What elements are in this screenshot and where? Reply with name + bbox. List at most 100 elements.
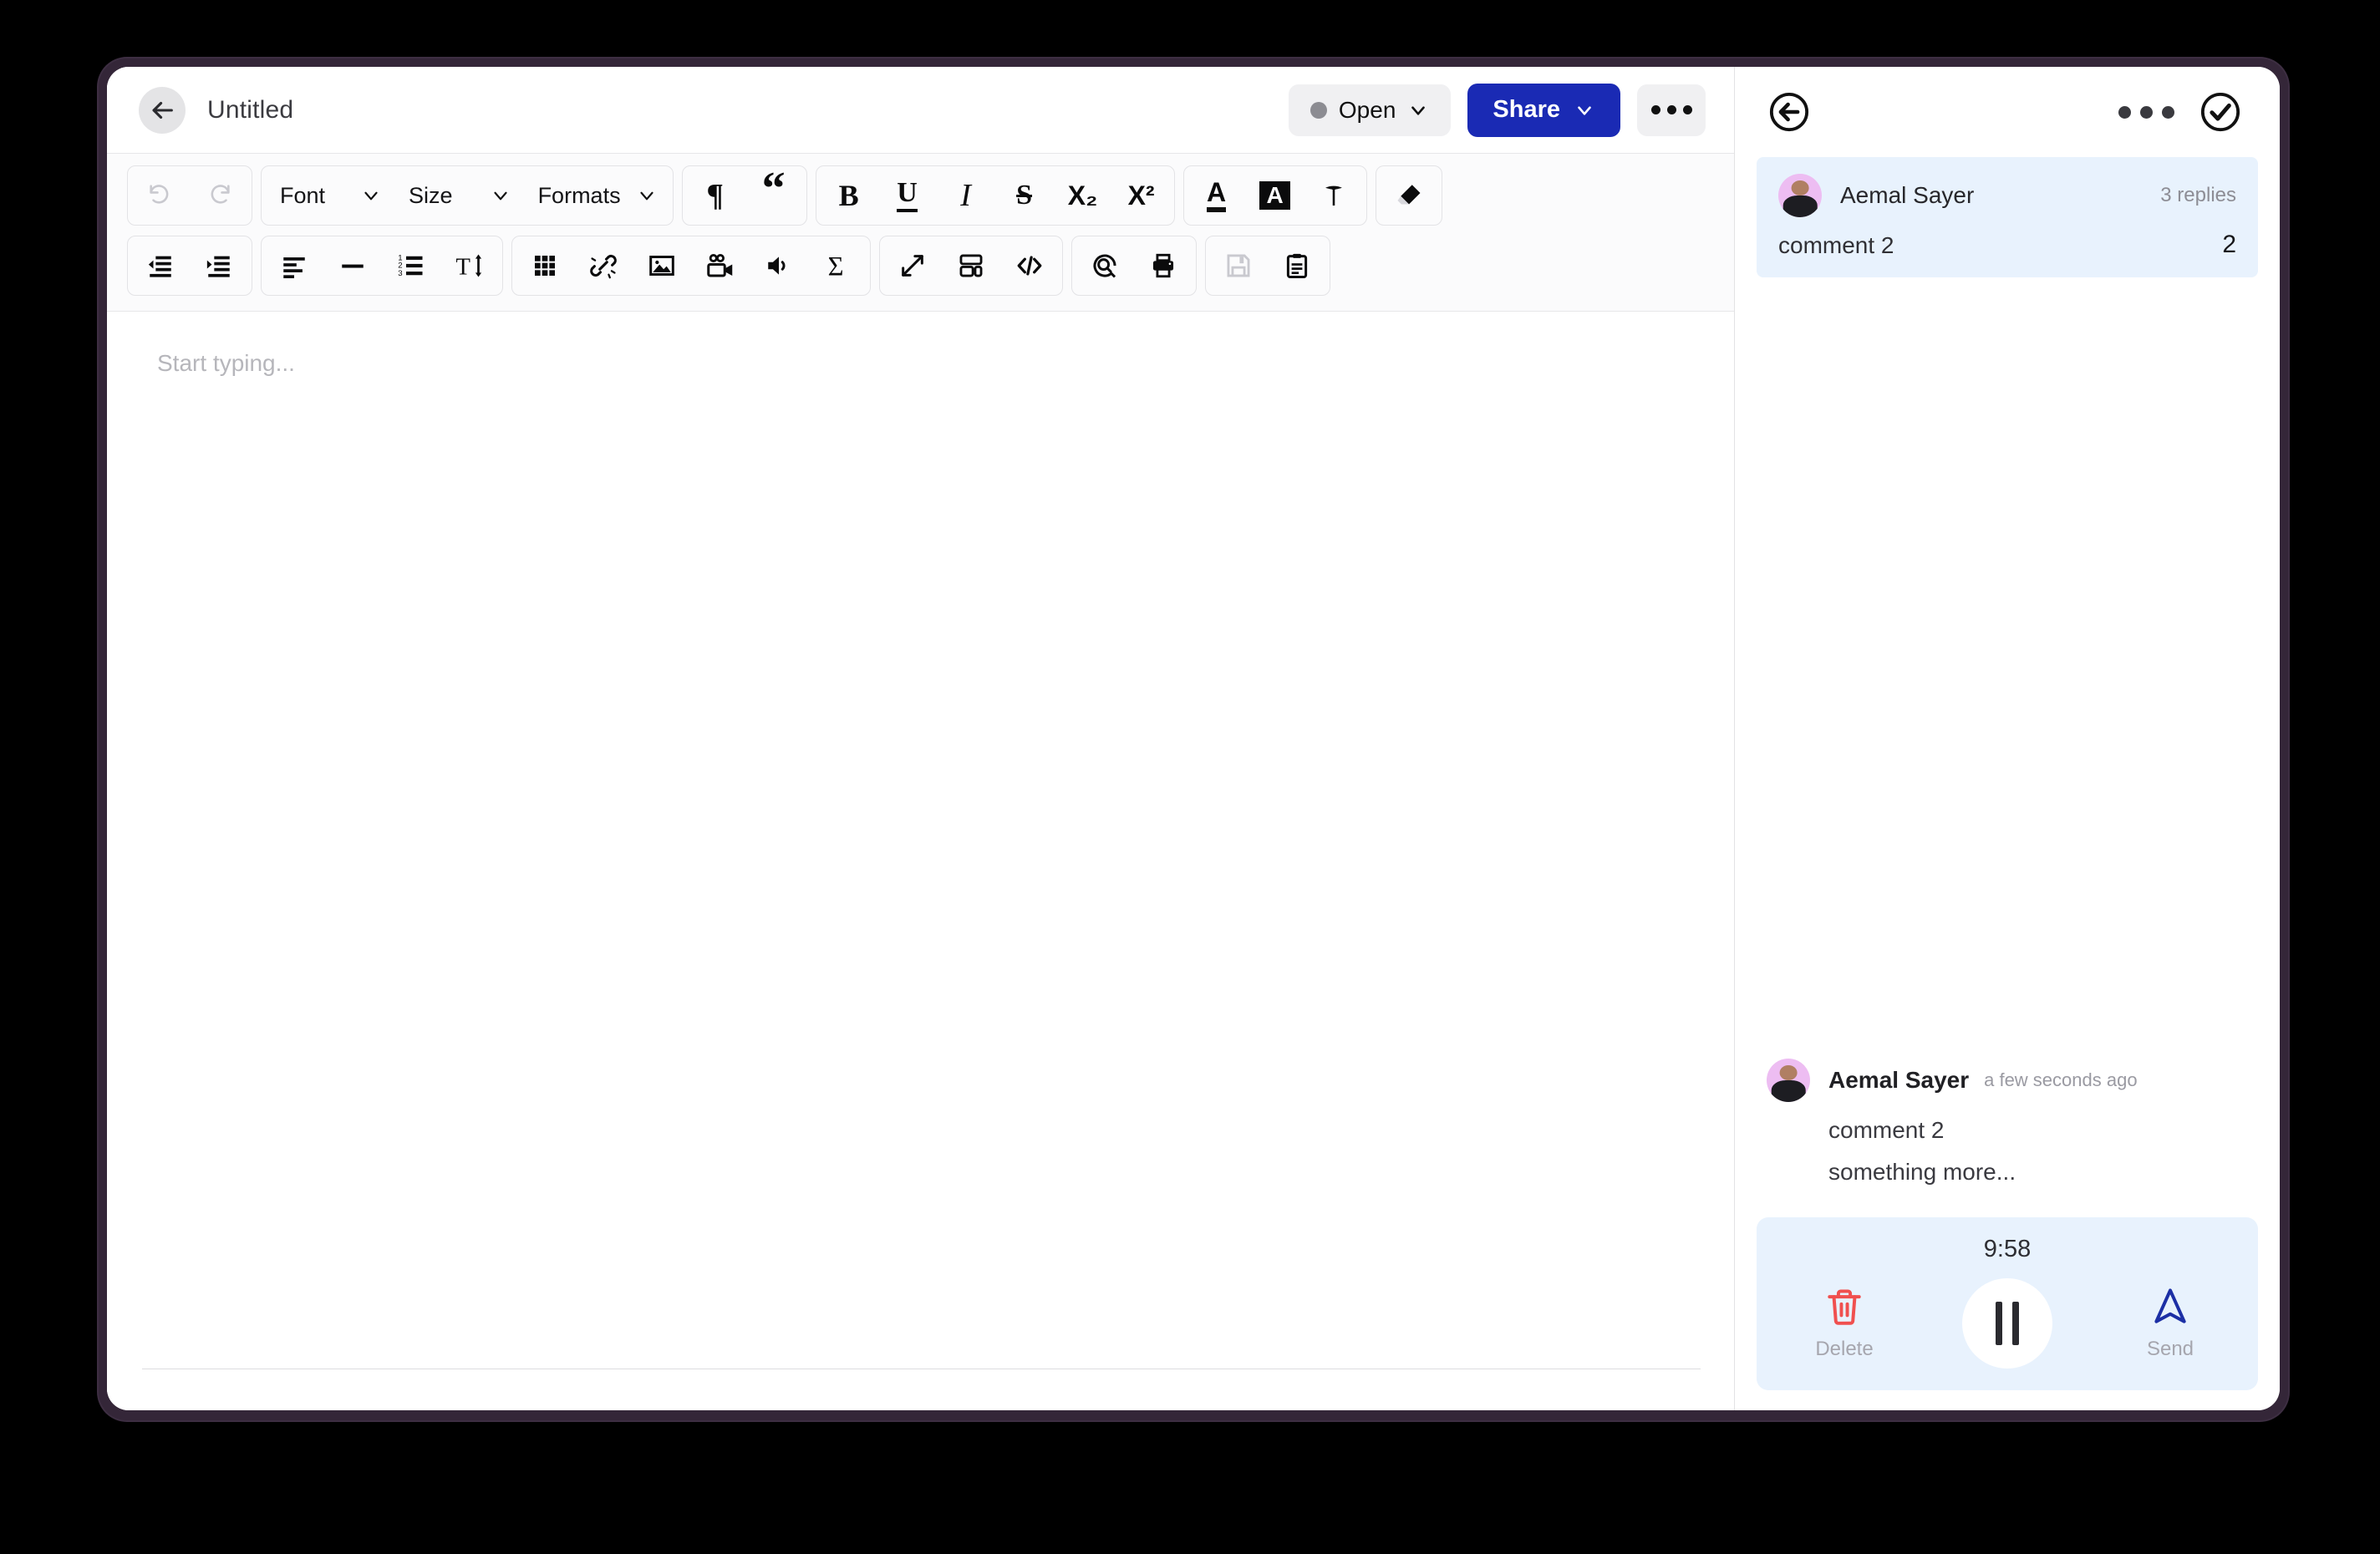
- line-height-icon: T: [456, 254, 482, 281]
- status-dropdown[interactable]: Open: [1288, 84, 1452, 136]
- svg-text:3: 3: [398, 269, 402, 278]
- paragraph-button[interactable]: ¶: [686, 170, 745, 221]
- superscript-icon: X²: [1127, 180, 1155, 211]
- comment-thread-card[interactable]: Aemal Sayer 3 replies comment 2 2: [1757, 157, 2258, 277]
- numbered-list-button[interactable]: 1 2 3: [382, 240, 440, 292]
- underline-button[interactable]: U: [878, 170, 937, 221]
- clear-format-group: [1375, 165, 1442, 226]
- undo-button[interactable]: [131, 170, 190, 221]
- recording-send-button[interactable]: Send: [2108, 1286, 2233, 1361]
- block-group: ¶ “: [681, 165, 807, 226]
- sigma-icon: Σ: [828, 251, 844, 280]
- reply-line-1: comment 2: [1828, 1117, 1945, 1143]
- comment-replies-count: 3 replies: [2160, 184, 2236, 206]
- size-select[interactable]: Size: [394, 170, 523, 221]
- paragraph-format-group: 1 2 3 T: [261, 236, 503, 296]
- insert-group: Σ: [511, 236, 871, 296]
- editor-placeholder: Start typing...: [157, 350, 295, 376]
- expand-arrows-icon: [902, 255, 923, 277]
- device-bezel: Untitled Open Share Font Size Formats ¶ …: [99, 58, 2288, 1420]
- reply-timestamp: a few seconds ago: [1984, 1069, 2138, 1090]
- editor-pane: Untitled Open Share Font Size Formats ¶ …: [107, 67, 1735, 1410]
- document-header: Untitled Open Share: [107, 67, 1734, 154]
- redo-icon: [211, 185, 230, 204]
- tools-group: [1071, 236, 1197, 296]
- status-dot: [1310, 101, 1327, 119]
- horizontal-rule-icon: [342, 264, 364, 268]
- toolbar-row-1: Font Size Formats ¶ “ B U I S X₂ X² A A: [127, 165, 1719, 226]
- fullscreen-button[interactable]: [883, 240, 942, 292]
- blockquote-button[interactable]: “: [745, 165, 803, 221]
- comment-reply: Aemal Sayer a few seconds ago comment 2 …: [1757, 1059, 2258, 1186]
- table-grid-icon: [535, 256, 555, 276]
- arrow-left-icon: [152, 101, 173, 119]
- inline-style-group: B U I S X₂ X²: [815, 165, 1175, 226]
- undo-icon: [150, 185, 169, 204]
- indent-button[interactable]: [190, 240, 248, 292]
- format-painter-button[interactable]: [1304, 170, 1363, 221]
- ellipsis-icon: [1650, 105, 1692, 114]
- highlight-color-button[interactable]: A: [1246, 170, 1304, 221]
- template-button[interactable]: [942, 240, 1000, 292]
- formats-select-label: Formats: [537, 182, 621, 208]
- line-height-button[interactable]: T: [440, 240, 499, 292]
- comments-pane: Aemal Sayer 3 replies comment 2 2 Aemal …: [1735, 67, 2280, 1410]
- audio-button[interactable]: [750, 240, 808, 292]
- clear-formatting-button[interactable]: [1380, 170, 1438, 221]
- subscript-button[interactable]: X₂: [1054, 170, 1112, 221]
- audio-recorder: 9:58 Delete Send: [1757, 1217, 2258, 1390]
- printer-icon: [1152, 253, 1174, 278]
- comments-more-button[interactable]: [2118, 105, 2174, 119]
- table-button[interactable]: [516, 240, 574, 292]
- comment-index-badge: 2: [2222, 231, 2236, 258]
- find-replace-button[interactable]: [1076, 240, 1134, 292]
- numbered-list-icon: 1 2 3: [398, 253, 423, 278]
- align-left-button[interactable]: [265, 240, 323, 292]
- print-button[interactable]: [1134, 240, 1193, 292]
- document-more-button[interactable]: [1637, 84, 1706, 136]
- image-button[interactable]: [633, 240, 691, 292]
- chevron-down-icon: [364, 191, 378, 201]
- equation-button[interactable]: Σ: [808, 240, 867, 292]
- horizontal-rule-button[interactable]: [323, 240, 382, 292]
- formats-select[interactable]: Formats: [523, 170, 669, 221]
- speaker-icon: [768, 256, 786, 275]
- status-label: Open: [1338, 96, 1396, 123]
- share-button[interactable]: Share: [1467, 83, 1620, 137]
- redo-button[interactable]: [190, 170, 248, 221]
- italic-button[interactable]: I: [937, 170, 995, 221]
- video-button[interactable]: [691, 240, 750, 292]
- recording-delete-button[interactable]: Delete: [1782, 1286, 1907, 1361]
- italic-icon: I: [960, 178, 971, 213]
- chevron-down-icon: [639, 191, 653, 201]
- unlink-icon: [590, 254, 617, 279]
- size-select-label: Size: [409, 182, 453, 208]
- toolbar-row-2: 1 2 3 T Σ: [127, 236, 1719, 296]
- font-select-label: Font: [280, 182, 326, 208]
- font-select[interactable]: Font: [265, 170, 394, 221]
- unlink-button[interactable]: [574, 240, 633, 292]
- editor-content-area[interactable]: Start typing...: [142, 342, 1701, 1369]
- indent-icon: [206, 256, 230, 277]
- comments-resolve-button[interactable]: [2198, 89, 2243, 135]
- avatar: [1767, 1059, 1810, 1102]
- back-button[interactable]: [139, 86, 186, 134]
- strikethrough-button[interactable]: S: [995, 170, 1054, 221]
- bold-button[interactable]: B: [820, 170, 878, 221]
- source-code-button[interactable]: [1000, 240, 1059, 292]
- comment-card-body: comment 2 2: [1778, 231, 2236, 259]
- text-color-button[interactable]: A: [1187, 170, 1246, 221]
- floppy-disk-icon: [1227, 254, 1250, 277]
- text-color-icon: A: [1207, 179, 1227, 212]
- reply-header: Aemal Sayer a few seconds ago: [1767, 1059, 2248, 1102]
- paste-button[interactable]: [1268, 240, 1326, 292]
- comment-card-header: Aemal Sayer 3 replies: [1778, 174, 2236, 217]
- circle-arrow-left-icon: [1769, 92, 1809, 132]
- recording-pause-button[interactable]: [1962, 1278, 2052, 1369]
- align-left-icon: [283, 257, 305, 279]
- header-actions: Open Share: [1288, 83, 1706, 137]
- superscript-button[interactable]: X²: [1112, 170, 1171, 221]
- comments-back-button[interactable]: [1767, 89, 1812, 135]
- save-button[interactable]: [1209, 240, 1268, 292]
- outdent-button[interactable]: [131, 240, 190, 292]
